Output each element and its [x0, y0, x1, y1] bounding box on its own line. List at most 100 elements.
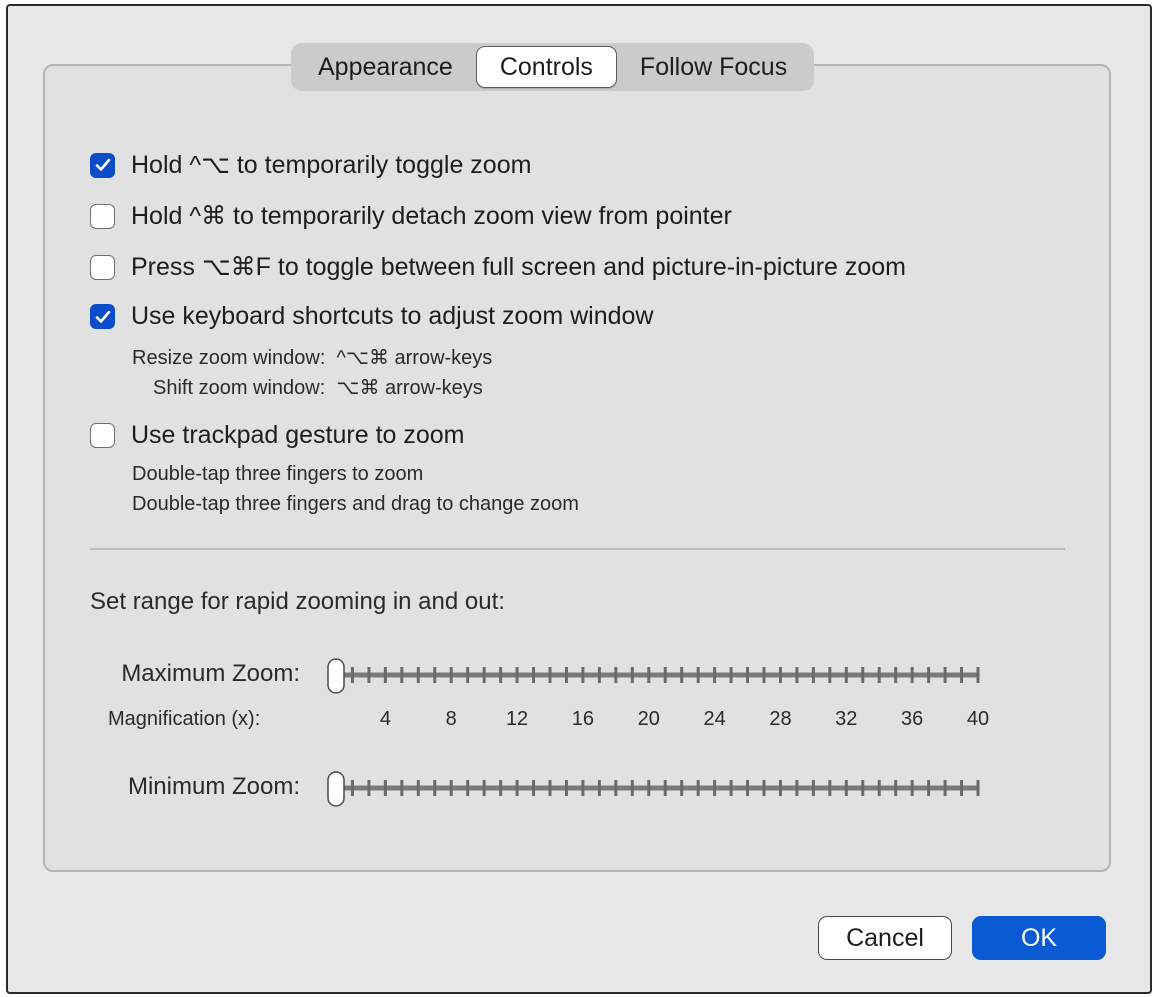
max-zoom-slider[interactable]: [322, 655, 982, 695]
magnification-label: Magnification (x):: [108, 708, 261, 730]
slider-tick-mark: [515, 780, 519, 796]
magnification-tick-label: 8: [445, 708, 457, 730]
slider-tick-mark: [795, 667, 799, 683]
slider-tick-mark: [630, 780, 634, 796]
slider-tick-mark: [861, 667, 865, 683]
toggle-zoom-label: Hold ^⌥ to temporarily toggle zoom: [131, 151, 532, 179]
trackpad-help-line1: Double-tap three fingers to zoom: [132, 463, 424, 485]
slider-tick-mark: [614, 780, 618, 796]
slider-tick-mark: [350, 780, 354, 796]
max-zoom-label: Maximum Zoom:: [121, 660, 300, 687]
cancel-button[interactable]: Cancel: [818, 916, 952, 960]
keyboard-shortcuts-checkbox[interactable]: [90, 304, 115, 329]
slider-tick-mark: [482, 667, 486, 683]
slider-tick-mark: [663, 667, 667, 683]
max-zoom-track: [327, 658, 980, 694]
slider-tick-mark: [466, 667, 470, 683]
slider-tick-mark: [696, 667, 700, 683]
slider-tick-mark: [630, 667, 634, 683]
slider-tick-mark: [680, 667, 684, 683]
magnification-tick-label: 36: [901, 708, 924, 730]
tab-appearance[interactable]: Appearance: [295, 46, 476, 88]
slider-tick-mark: [943, 780, 947, 796]
checkmark-icon: [95, 310, 110, 323]
slider-tick-mark: [400, 780, 404, 796]
option-trackpad-gesture[interactable]: Use trackpad gesture to zoom: [90, 421, 465, 450]
slider-tick-mark: [729, 780, 733, 796]
slider-tick-mark: [548, 667, 552, 683]
slider-tick-mark: [499, 667, 503, 683]
magnification-tick-label: 4: [379, 708, 391, 730]
slider-tick-mark: [762, 780, 766, 796]
slider-tick-mark: [597, 780, 601, 796]
trackpad-gesture-checkbox[interactable]: [90, 423, 115, 448]
tab-follow-focus[interactable]: Follow Focus: [617, 46, 810, 88]
detach-zoom-checkbox[interactable]: [90, 203, 115, 229]
slider-tick-mark: [449, 780, 453, 796]
tab-bar: Appearance Controls Follow Focus: [291, 43, 815, 91]
slider-tick-mark: [877, 780, 881, 796]
slider-tick-mark: [416, 780, 420, 796]
checkmark-icon: [95, 158, 110, 171]
slider-tick-mark: [861, 780, 865, 796]
slider-tick-mark: [696, 780, 700, 796]
slider-tick-mark: [367, 667, 371, 683]
pip-toggle-checkbox[interactable]: [90, 254, 115, 280]
slider-tick-mark: [910, 667, 914, 683]
section-divider: [90, 548, 1065, 550]
slider-tick-mark: [746, 780, 750, 796]
slider-tick-mark: [647, 780, 651, 796]
min-zoom-track: [327, 771, 980, 807]
slider-tick-mark: [828, 780, 832, 796]
slider-tick-mark: [515, 667, 519, 683]
option-keyboard-shortcuts[interactable]: Use keyboard shortcuts to adjust zoom wi…: [90, 302, 653, 331]
slider-track-line: [336, 785, 978, 791]
slider-tick-mark: [614, 667, 618, 683]
slider-knob-icon[interactable]: [327, 658, 345, 694]
min-zoom-slider[interactable]: [322, 768, 982, 808]
slider-tick-mark: [713, 667, 717, 683]
slider-tick-mark: [581, 667, 585, 683]
shift-shortcut-help: Shift zoom window: ⌥⌘ arrow-keys: [153, 377, 483, 399]
slider-tick-mark: [564, 780, 568, 796]
slider-tick-mark: [927, 780, 931, 796]
slider-tick-mark: [400, 667, 404, 683]
slider-tick-mark: [383, 780, 387, 796]
magnification-tick-label: 32: [835, 708, 858, 730]
range-heading: Set range for rapid zooming in and out:: [90, 588, 505, 615]
slider-track-line: [336, 672, 978, 678]
slider-tick-mark: [960, 667, 964, 683]
slider-tick-mark: [729, 667, 733, 683]
slider-tick-mark: [663, 780, 667, 796]
slider-tick-mark: [482, 780, 486, 796]
slider-tick-mark: [976, 667, 980, 683]
min-zoom-label: Minimum Zoom:: [127, 773, 300, 800]
slider-tick-mark: [647, 667, 651, 683]
trackpad-gesture-label: Use trackpad gesture to zoom: [131, 421, 465, 449]
slider-tick-mark: [960, 780, 964, 796]
slider-tick-mark: [778, 667, 782, 683]
slider-tick-mark: [976, 780, 980, 796]
slider-tick-mark: [762, 667, 766, 683]
option-detach-zoom[interactable]: Hold ^⌘ to temporarily detach zoom view …: [90, 201, 732, 231]
slider-tick-mark: [383, 667, 387, 683]
slider-tick-mark: [466, 780, 470, 796]
slider-tick-mark: [433, 780, 437, 796]
magnification-tick-label: 24: [703, 708, 726, 730]
toggle-zoom-checkbox[interactable]: [90, 152, 115, 178]
slider-tick-mark: [927, 667, 931, 683]
ok-button[interactable]: OK: [972, 916, 1106, 960]
magnification-tick-label: 28: [769, 708, 792, 730]
slider-tick-mark: [416, 667, 420, 683]
slider-tick-mark: [564, 667, 568, 683]
slider-tick-mark: [778, 780, 782, 796]
slider-tick-mark: [548, 780, 552, 796]
option-toggle-zoom[interactable]: Hold ^⌥ to temporarily toggle zoom: [90, 150, 531, 180]
slider-tick-mark: [680, 780, 684, 796]
option-pip-toggle[interactable]: Press ⌥⌘F to toggle between full screen …: [90, 252, 906, 282]
tab-controls[interactable]: Controls: [475, 46, 617, 88]
slider-tick-mark: [811, 780, 815, 796]
slider-tick-mark: [877, 667, 881, 683]
slider-tick-mark: [367, 780, 371, 796]
slider-knob-icon[interactable]: [327, 771, 345, 807]
